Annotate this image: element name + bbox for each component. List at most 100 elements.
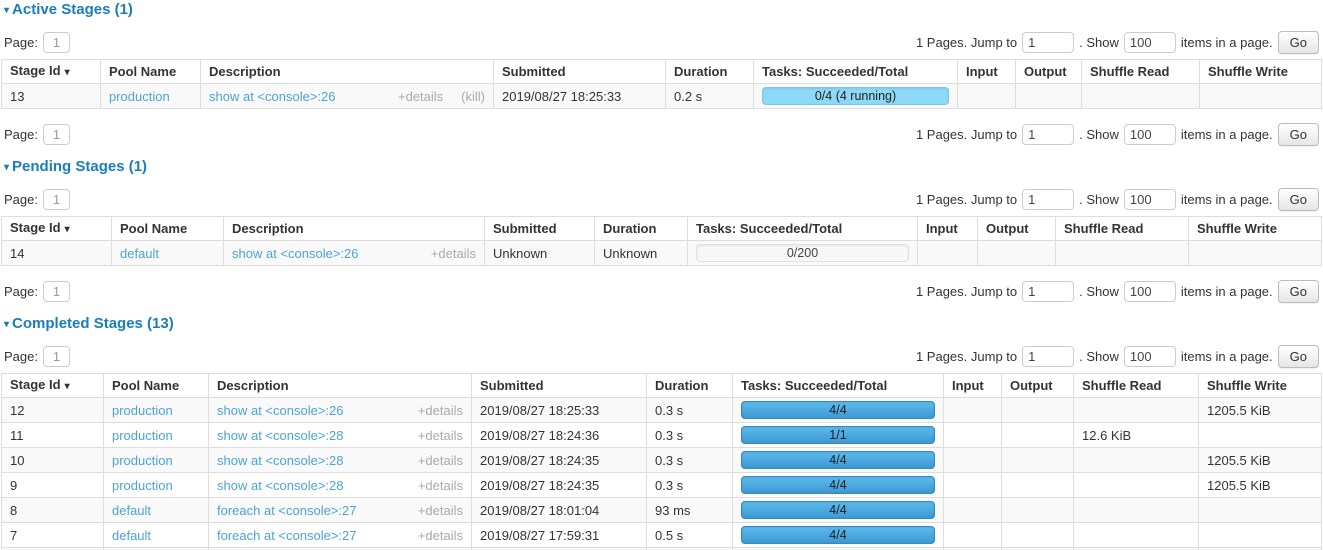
col-header-tasks[interactable]: Tasks: Succeeded/Total <box>733 374 944 398</box>
col-header-shuffle-read[interactable]: Shuffle Read <box>1074 374 1199 398</box>
col-header-output[interactable]: Output <box>1002 374 1074 398</box>
col-header-stage-id[interactable]: Stage Id▾ <box>2 217 112 241</box>
items-per-page-input[interactable] <box>1124 281 1176 302</box>
stage-description-link[interactable]: show at <console>:26 <box>217 403 343 418</box>
details-toggle[interactable]: +details <box>431 246 476 261</box>
sort-desc-icon: ▾ <box>65 381 70 392</box>
details-toggle[interactable]: +details <box>418 403 463 418</box>
cell-input <box>918 241 978 266</box>
pool-name-link[interactable]: production <box>112 478 173 493</box>
details-toggle[interactable]: +details <box>418 503 463 518</box>
col-header-shuffle-read[interactable]: Shuffle Read <box>1056 217 1189 241</box>
page-number-input[interactable] <box>43 189 70 210</box>
col-header-output[interactable]: Output <box>1016 60 1082 84</box>
go-button[interactable]: Go <box>1278 345 1319 368</box>
details-toggle[interactable]: +details <box>418 478 463 493</box>
pending-stages-table: Stage Id▾Pool NameDescriptionSubmittedDu… <box>1 216 1322 266</box>
kill-link[interactable]: (kill) <box>461 89 485 104</box>
details-toggle[interactable]: +details <box>418 453 463 468</box>
col-header-submitted[interactable]: Submitted <box>494 60 666 84</box>
col-header-duration[interactable]: Duration <box>666 60 754 84</box>
items-per-page-input[interactable] <box>1124 189 1176 210</box>
details-toggle[interactable]: +details <box>418 528 463 543</box>
cell-desc: show at <console>:26 +details <box>209 398 472 423</box>
section-title-active[interactable]: ▾Active Stages (1) <box>4 2 1322 19</box>
sort-desc-icon: ▾ <box>65 224 70 235</box>
items-per-page-input[interactable] <box>1124 124 1176 145</box>
col-header-shuffle-write[interactable]: Shuffle Write <box>1189 217 1322 241</box>
cell-shuffle-read <box>1074 398 1199 423</box>
stage-row: 14defaultshow at <console>:26+detailsUnk… <box>2 241 1322 266</box>
col-header-desc[interactable]: Description <box>201 60 494 84</box>
items-per-page-input[interactable] <box>1124 32 1176 53</box>
col-header-pool[interactable]: Pool Name <box>104 374 209 398</box>
cell-submitted: 2019/08/27 18:24:35 <box>472 473 647 498</box>
pool-name-link[interactable]: production <box>112 428 173 443</box>
pool-name-link[interactable]: production <box>112 403 173 418</box>
page-number-input[interactable] <box>43 32 70 53</box>
cell-duration: 93 ms <box>647 498 733 523</box>
stage-description-link[interactable]: foreach at <console>:27 <box>217 528 357 543</box>
go-button[interactable]: Go <box>1278 280 1319 303</box>
col-header-duration[interactable]: Duration <box>595 217 688 241</box>
col-header-output[interactable]: Output <box>978 217 1056 241</box>
stage-description-link[interactable]: show at <console>:28 <box>217 478 343 493</box>
col-header-desc[interactable]: Description <box>209 374 472 398</box>
page-number-input[interactable] <box>43 281 70 302</box>
show-text: . Show <box>1079 35 1119 50</box>
cell-submitted: 2019/08/27 18:25:33 <box>494 84 666 109</box>
section-title-completed[interactable]: ▾Completed Stages (13) <box>4 316 1322 333</box>
cell-output <box>1002 473 1074 498</box>
col-header-submitted[interactable]: Submitted <box>472 374 647 398</box>
cell-tasks: 0/200 <box>688 241 918 266</box>
details-toggle[interactable]: +details <box>398 89 443 104</box>
col-header-input[interactable]: Input <box>958 60 1016 84</box>
stage-description-link[interactable]: show at <console>:28 <box>217 428 343 443</box>
go-button[interactable]: Go <box>1278 188 1319 211</box>
jump-to-page-input[interactable] <box>1022 124 1074 145</box>
items-per-page-input[interactable] <box>1124 346 1176 367</box>
page-number-input[interactable] <box>43 124 70 145</box>
stage-description-link[interactable]: show at <console>:28 <box>217 453 343 468</box>
stage-description-link[interactable]: show at <console>:26 <box>209 89 335 104</box>
col-header-pool[interactable]: Pool Name <box>112 217 224 241</box>
pool-name-link[interactable]: default <box>112 503 151 518</box>
jump-to-page-input[interactable] <box>1022 346 1074 367</box>
pool-name-link[interactable]: default <box>120 246 159 261</box>
col-header-stage-id[interactable]: Stage Id▾ <box>2 374 104 398</box>
pool-name-link[interactable]: production <box>109 89 170 104</box>
cell-stage-id: 8 <box>2 498 104 523</box>
page-number-input[interactable] <box>43 346 70 367</box>
stage-description-link[interactable]: show at <console>:26 <box>232 246 358 261</box>
col-header-tasks[interactable]: Tasks: Succeeded/Total <box>688 217 918 241</box>
cell-duration: 0.3 s <box>647 473 733 498</box>
col-header-tasks[interactable]: Tasks: Succeeded/Total <box>754 60 958 84</box>
cell-stage-id: 13 <box>2 84 101 109</box>
completed-stages-table: Stage Id▾Pool NameDescriptionSubmittedDu… <box>1 373 1322 550</box>
stage-description-link[interactable]: foreach at <console>:27 <box>217 503 357 518</box>
col-header-stage-id[interactable]: Stage Id▾ <box>2 60 101 84</box>
page-label: Page: <box>4 284 38 299</box>
pool-name-link[interactable]: default <box>112 528 151 543</box>
col-header-desc[interactable]: Description <box>224 217 485 241</box>
details-toggle[interactable]: +details <box>418 428 463 443</box>
col-header-shuffle-read[interactable]: Shuffle Read <box>1082 60 1200 84</box>
col-header-shuffle-write[interactable]: Shuffle Write <box>1199 374 1322 398</box>
col-header-shuffle-write[interactable]: Shuffle Write <box>1200 60 1322 84</box>
col-header-input[interactable]: Input <box>918 217 978 241</box>
show-text: . Show <box>1079 349 1119 364</box>
col-header-duration[interactable]: Duration <box>647 374 733 398</box>
col-header-submitted[interactable]: Submitted <box>485 217 595 241</box>
col-header-input[interactable]: Input <box>944 374 1002 398</box>
task-progress-bar: 4/4 <box>741 451 935 469</box>
jump-to-page-input[interactable] <box>1022 189 1074 210</box>
section-title-pending[interactable]: ▾Pending Stages (1) <box>4 159 1322 176</box>
section-title-text: Completed Stages (13) <box>12 315 174 332</box>
go-button[interactable]: Go <box>1278 123 1319 146</box>
pool-name-link[interactable]: production <box>112 453 173 468</box>
cell-shuffle-read: 12.6 KiB <box>1074 423 1199 448</box>
jump-to-page-input[interactable] <box>1022 32 1074 53</box>
go-button[interactable]: Go <box>1278 31 1319 54</box>
jump-to-page-input[interactable] <box>1022 281 1074 302</box>
col-header-pool[interactable]: Pool Name <box>101 60 201 84</box>
